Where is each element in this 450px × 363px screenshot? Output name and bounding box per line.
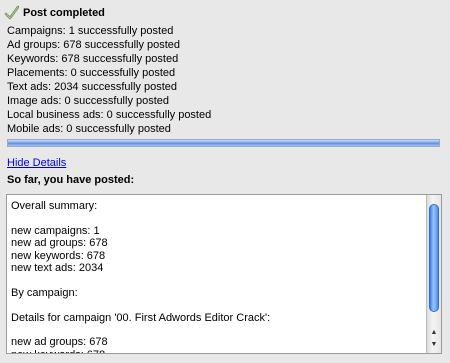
hide-details-link[interactable]: Hide Details: [7, 157, 66, 169]
post-progress-bar: [7, 139, 440, 147]
post-status-header: Post completed: [4, 4, 105, 22]
stat-placements: Placements: 0 successfully posted: [7, 67, 176, 79]
stat-text-ads: Text ads: 2034 successfully posted: [7, 81, 177, 93]
vertical-scrollbar[interactable]: ▲ ▼: [426, 195, 441, 353]
posting-stats-list: Campaigns: 1 successfully posted Ad grou…: [7, 24, 211, 136]
stat-image-ads: Image ads: 0 successfully posted: [7, 95, 170, 107]
details-text-area[interactable]: Overall summary: new campaigns: 1 new ad…: [6, 194, 442, 354]
stat-keywords: Keywords: 678 successfully posted: [7, 53, 179, 65]
scroll-down-arrow-icon[interactable]: ▼: [427, 339, 441, 351]
progress-fill: [8, 140, 439, 146]
checkmark-icon: [4, 5, 20, 20]
post-completed-title: Post completed: [23, 7, 105, 19]
so-far-heading: So far, you have posted:: [7, 174, 135, 186]
stat-local-business-ads: Local business ads: 0 successfully poste…: [7, 109, 212, 121]
stat-mobile-ads: Mobile ads: 0 successfully posted: [7, 123, 171, 135]
details-text: Overall summary: new campaigns: 1 new ad…: [11, 200, 271, 353]
scroll-thumb[interactable]: [429, 204, 439, 312]
stat-campaigns: Campaigns: 1 successfully posted: [7, 25, 174, 37]
stat-ad-groups: Ad groups: 678 successfully posted: [7, 39, 181, 51]
scroll-up-arrow-icon[interactable]: ▲: [427, 327, 441, 339]
